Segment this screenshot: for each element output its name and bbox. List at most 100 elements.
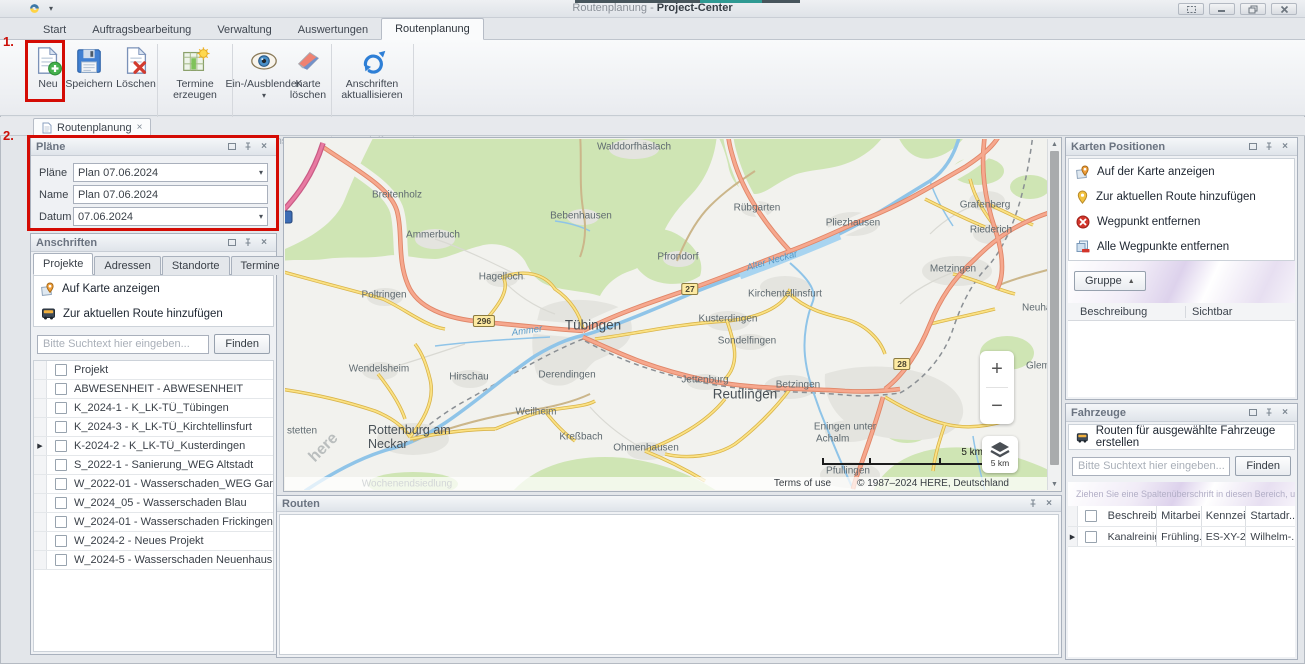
column-beschreibung[interactable]: Beschreibung: [1068, 306, 1186, 318]
close-icon[interactable]: ×: [1278, 407, 1292, 419]
add-to-route-action[interactable]: Zur aktuellen Route hinzufügen: [34, 301, 273, 326]
search-input[interactable]: [37, 335, 209, 354]
save-button[interactable]: Speichern: [64, 44, 114, 108]
routen-panel-body: [279, 514, 1059, 655]
map-pin-icon: [1076, 165, 1090, 179]
row-checkbox[interactable]: [47, 516, 74, 528]
scroll-up-icon[interactable]: ▲: [1048, 139, 1061, 150]
close-icon[interactable]: ×: [1042, 498, 1056, 510]
scrollbar-thumb[interactable]: [1050, 151, 1059, 465]
current-row-marker: [34, 380, 47, 398]
table-row[interactable]: W_2024_05 - Wasserschaden Blau: [34, 494, 273, 513]
fahrzeuge-actions: Routen für ausgewählte Fahrzeuge erstell…: [1068, 424, 1295, 450]
tab-projekte[interactable]: Projekte: [33, 253, 93, 275]
document-tab-routenplanung[interactable]: Routenplanung ×: [33, 118, 151, 136]
tab-standorte[interactable]: Standorte: [162, 256, 230, 275]
add-waypoint-action[interactable]: Zur aktuellen Route hinzufügen: [1069, 184, 1294, 209]
ribbon-tab-auftragsbearbeitung[interactable]: Auftragsbearbeitung: [79, 20, 204, 40]
fahrzeuge-panel: Fahrzeuge × Routen für ausgewählte Fahrz…: [1065, 403, 1298, 660]
ribbon-tab-start[interactable]: Start: [30, 20, 79, 40]
column-sichtbar[interactable]: Sichtbar: [1186, 306, 1232, 318]
ribbon-display-button[interactable]: [1178, 3, 1204, 15]
zoom-in-button[interactable]: +: [980, 351, 1014, 387]
column-beschreibung[interactable]: Beschreibu...: [1104, 506, 1158, 526]
pin-icon[interactable]: [1262, 141, 1276, 153]
find-button[interactable]: Finden: [214, 334, 270, 354]
select-all-checkbox[interactable]: [47, 364, 74, 376]
terms-of-use-link[interactable]: Terms of use: [774, 478, 831, 489]
maximize-icon[interactable]: [225, 237, 239, 249]
project-cell: K_2024-3 - K_LK-TÜ_Kirchtellinsfurt: [74, 421, 273, 433]
select-all-checkbox[interactable]: [1078, 510, 1104, 522]
current-row-marker: [34, 399, 47, 417]
project-cell: K_2024-1 - K_LK-TÜ_Tübingen: [74, 402, 273, 414]
map-canvas[interactable]: WalddorfhäslachBreitenholzBebenhausenRüb…: [285, 139, 1049, 490]
table-row[interactable]: K_2024-3 - K_LK-TÜ_Kirchtellinsfurt: [34, 418, 273, 437]
gruppe-group-button[interactable]: Gruppe ▲: [1074, 271, 1146, 291]
fahrzeuge-table-header[interactable]: Beschreibu... Mitarbei... Kennzei... Sta…: [1068, 506, 1295, 527]
create-routes-action[interactable]: Routen für ausgewählte Fahrzeuge erstell…: [1069, 425, 1294, 449]
table-row[interactable]: W_2024-01 - Wasserschaden Frickingen: [34, 513, 273, 532]
refresh-addresses-button[interactable]: Anschriften aktuallisieren: [333, 44, 411, 108]
row-checkbox[interactable]: [47, 478, 74, 490]
show-hide-dropdown-caret[interactable]: ▾: [262, 90, 266, 101]
restore-button[interactable]: [1240, 3, 1266, 15]
close-button[interactable]: [1271, 3, 1297, 15]
map-scale-bar: 5 km: [822, 449, 989, 465]
table-row[interactable]: W_2024-2 - Neues Projekt: [34, 532, 273, 551]
row-checkbox[interactable]: [47, 554, 74, 566]
table-row[interactable]: W_2022-01 - Wasserschaden_WEG Gartenstr-…: [34, 475, 273, 494]
minimize-button[interactable]: [1209, 3, 1235, 15]
row-checkbox[interactable]: [47, 535, 74, 547]
close-icon[interactable]: ×: [257, 237, 271, 249]
column-kennzeichen[interactable]: Kennzei...: [1202, 506, 1247, 526]
project-cell: K-2024-2 - K_LK-TÜ_Kusterdingen: [74, 440, 273, 452]
document-tab-strip: Routenplanung ×: [0, 117, 1305, 136]
close-icon[interactable]: ×: [1278, 141, 1292, 153]
table-row[interactable]: K_2024-1 - K_LK-TÜ_Tübingen: [34, 399, 273, 418]
pin-icon[interactable]: [1262, 407, 1276, 419]
zoom-out-button[interactable]: −: [980, 388, 1014, 424]
delete-button[interactable]: Löschen: [114, 44, 158, 108]
maximize-icon[interactable]: [1246, 141, 1260, 153]
column-header-projekt[interactable]: Projekt: [74, 364, 273, 376]
tab-adressen[interactable]: Adressen: [94, 256, 160, 275]
projects-table-header[interactable]: Projekt: [34, 361, 273, 380]
ribbon-tab-auswertungen[interactable]: Auswertungen: [285, 20, 381, 40]
row-checkbox[interactable]: [47, 402, 74, 414]
table-row[interactable]: ▶ Kanalreinig... Frühling... ES-XY-2... …: [1068, 527, 1295, 547]
show-on-map-action[interactable]: Auf Karte anzeigen: [34, 276, 273, 301]
remove-all-waypoints-action[interactable]: Alle Wegpunkte entfernen: [1069, 234, 1294, 259]
column-mitarbeiter[interactable]: Mitarbei...: [1157, 506, 1202, 526]
show-on-map-action[interactable]: Auf der Karte anzeigen: [1069, 159, 1294, 184]
clear-map-button[interactable]: Karte löschen: [286, 44, 330, 108]
document-tab-close-icon[interactable]: ×: [137, 122, 143, 133]
ribbon-tab-strip: Start Auftragsbearbeitung Verwaltung Aus…: [0, 18, 1305, 40]
remove-waypoint-action[interactable]: Wegpunkt entfernen: [1069, 209, 1294, 234]
search-input[interactable]: [1072, 457, 1230, 476]
ribbon-tab-routenplanung[interactable]: Routenplanung: [381, 18, 484, 40]
tab-termine[interactable]: Termine: [231, 256, 290, 275]
table-row[interactable]: ▶K-2024-2 - K_LK-TÜ_Kusterdingen: [34, 437, 273, 456]
row-checkbox[interactable]: [47, 459, 74, 471]
map-layers-button[interactable]: 5 km: [982, 436, 1018, 473]
table-row[interactable]: ABWESENHEIT - ABWESENHEIT: [34, 380, 273, 399]
row-checkbox[interactable]: [47, 421, 74, 433]
row-checkbox[interactable]: [47, 497, 74, 509]
find-button[interactable]: Finden: [1235, 456, 1291, 476]
table-row[interactable]: S_2022-1 - Sanierung_WEG Altstadt: [34, 456, 273, 475]
pin-icon[interactable]: [241, 237, 255, 249]
row-checkbox[interactable]: [47, 440, 74, 452]
pin-icon[interactable]: [1026, 498, 1040, 510]
scroll-down-icon[interactable]: ▼: [1048, 479, 1061, 490]
row-checkbox[interactable]: [47, 383, 74, 395]
ribbon-tab-verwaltung[interactable]: Verwaltung: [204, 20, 284, 40]
map-vertical-scrollbar[interactable]: ▲ ▼: [1047, 139, 1060, 490]
table-row[interactable]: W_2024-5 - Wasserschaden Neuenhaus: [34, 551, 273, 570]
maximize-icon[interactable]: [1246, 407, 1260, 419]
fahrzeuge-group-area[interactable]: Ziehen Sie eine Spaltenüberschrift in di…: [1068, 482, 1295, 506]
column-startadresse[interactable]: Startadr...: [1246, 506, 1295, 526]
current-row-marker: [34, 475, 47, 493]
create-appointments-button[interactable]: Termine erzeugen: [160, 44, 230, 108]
row-checkbox[interactable]: [1078, 531, 1104, 543]
